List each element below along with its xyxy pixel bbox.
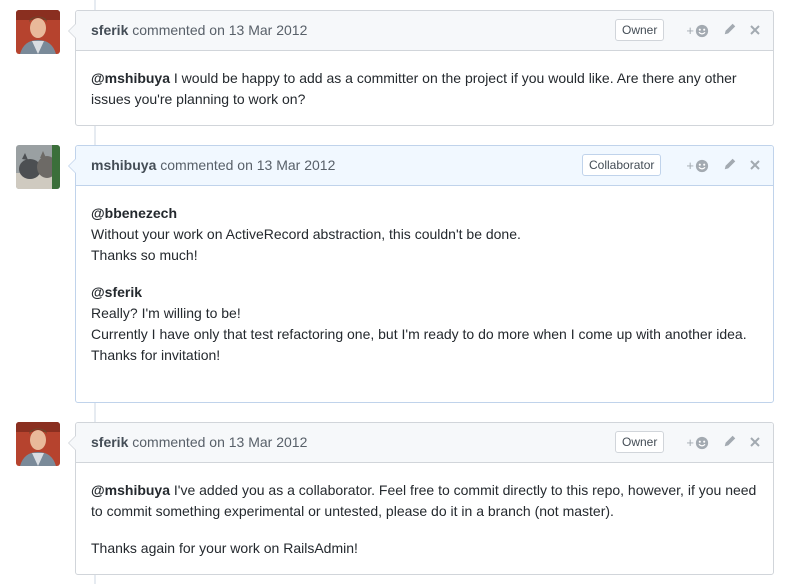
edit-button[interactable] bbox=[723, 434, 737, 451]
comment-text: Really? I'm willing to be! bbox=[91, 305, 241, 321]
comment-body: @mshibuya I've added you as a collaborat… bbox=[76, 463, 773, 573]
role-badge: Owner bbox=[615, 431, 665, 453]
comment-actions: + bbox=[676, 434, 761, 451]
comment-box: sferik commented on 13 Mar 2012 Owner + … bbox=[68, 10, 774, 126]
user-mention[interactable]: @mshibuya bbox=[91, 70, 170, 86]
comment-meta[interactable]: commented on 13 Mar 2012 bbox=[160, 157, 335, 173]
smiley-icon bbox=[695, 159, 709, 172]
user-mention[interactable]: @mshibuya bbox=[91, 482, 170, 498]
smiley-icon bbox=[695, 436, 709, 449]
pencil-icon bbox=[724, 23, 736, 35]
avatar[interactable] bbox=[16, 145, 60, 189]
avatar[interactable] bbox=[16, 10, 60, 54]
comment-author[interactable]: sferik bbox=[91, 434, 128, 450]
edit-button[interactable] bbox=[723, 22, 737, 39]
comment-header: mshibuya commented on 13 Mar 2012 Collab… bbox=[76, 146, 773, 186]
comment-text: Currently I have only that test refactor… bbox=[91, 326, 747, 342]
comment-text: I've added you as a collaborator. Feel f… bbox=[91, 482, 757, 519]
role-badge: Owner bbox=[615, 19, 665, 41]
smiley-icon bbox=[695, 24, 709, 37]
comment-header: sferik commented on 13 Mar 2012 Owner + bbox=[76, 11, 773, 51]
comment-text: Without your work on ActiveRecord abstra… bbox=[91, 226, 521, 242]
comment-text: Thanks for invitation! bbox=[91, 347, 221, 363]
comment-text: Thanks so much! bbox=[91, 247, 198, 263]
comment-body: @bbenezech Without your work on ActiveRe… bbox=[76, 186, 773, 380]
pencil-icon bbox=[724, 435, 736, 447]
delete-button[interactable] bbox=[749, 23, 761, 39]
comment-actions: + bbox=[676, 157, 761, 174]
user-mention[interactable]: @sferik bbox=[91, 284, 142, 300]
comment-text: Thanks again for your work on RailsAdmin… bbox=[91, 540, 358, 556]
comment-actions: + bbox=[676, 22, 761, 39]
close-icon bbox=[750, 436, 760, 447]
comment-box: sferik commented on 13 Mar 2012 Owner + … bbox=[68, 422, 774, 575]
avatar[interactable] bbox=[16, 422, 60, 466]
delete-button[interactable] bbox=[749, 158, 761, 174]
close-icon bbox=[750, 159, 760, 170]
comment-author[interactable]: mshibuya bbox=[91, 157, 156, 173]
add-reaction-button[interactable]: + bbox=[686, 23, 709, 38]
close-icon bbox=[750, 24, 760, 35]
role-badge: Collaborator bbox=[582, 154, 662, 176]
pencil-icon bbox=[724, 158, 736, 170]
comment-meta[interactable]: commented on 13 Mar 2012 bbox=[132, 22, 307, 38]
add-reaction-button[interactable]: + bbox=[686, 158, 709, 173]
comment-header: sferik commented on 13 Mar 2012 Owner + bbox=[76, 423, 773, 463]
comment-box: mshibuya commented on 13 Mar 2012 Collab… bbox=[68, 145, 774, 403]
comment-body: @mshibuya I would be happy to add as a c… bbox=[76, 51, 773, 124]
comment-text: I would be happy to add as a committer o… bbox=[91, 70, 737, 107]
comment-meta[interactable]: commented on 13 Mar 2012 bbox=[132, 434, 307, 450]
edit-button[interactable] bbox=[723, 157, 737, 174]
delete-button[interactable] bbox=[749, 435, 761, 451]
user-mention[interactable]: @bbenezech bbox=[91, 205, 177, 221]
comment-author[interactable]: sferik bbox=[91, 22, 128, 38]
add-reaction-button[interactable]: + bbox=[686, 435, 709, 450]
